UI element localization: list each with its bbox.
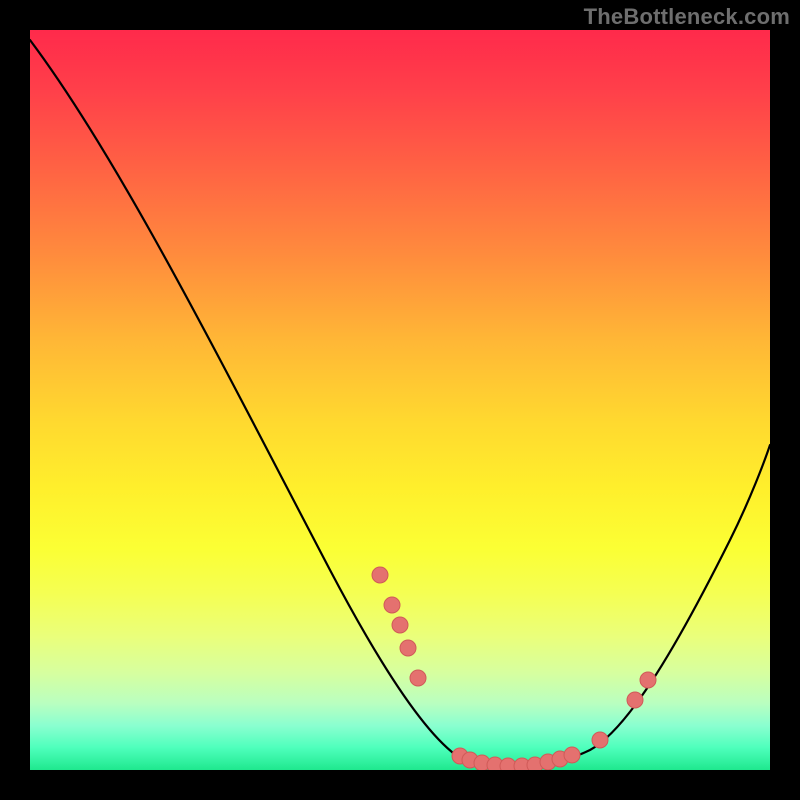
bottleneck-curve: [30, 40, 770, 766]
data-point: [627, 692, 643, 708]
data-point: [640, 672, 656, 688]
chart-stage: TheBottleneck.com: [0, 0, 800, 800]
data-points-group: [372, 567, 656, 770]
plot-area: [30, 30, 770, 770]
data-point: [384, 597, 400, 613]
data-point: [410, 670, 426, 686]
data-point: [372, 567, 388, 583]
data-point: [564, 747, 580, 763]
data-point: [400, 640, 416, 656]
data-point: [500, 758, 516, 770]
plot-svg: [30, 30, 770, 770]
watermark-text: TheBottleneck.com: [584, 4, 790, 30]
data-point: [392, 617, 408, 633]
data-point: [592, 732, 608, 748]
